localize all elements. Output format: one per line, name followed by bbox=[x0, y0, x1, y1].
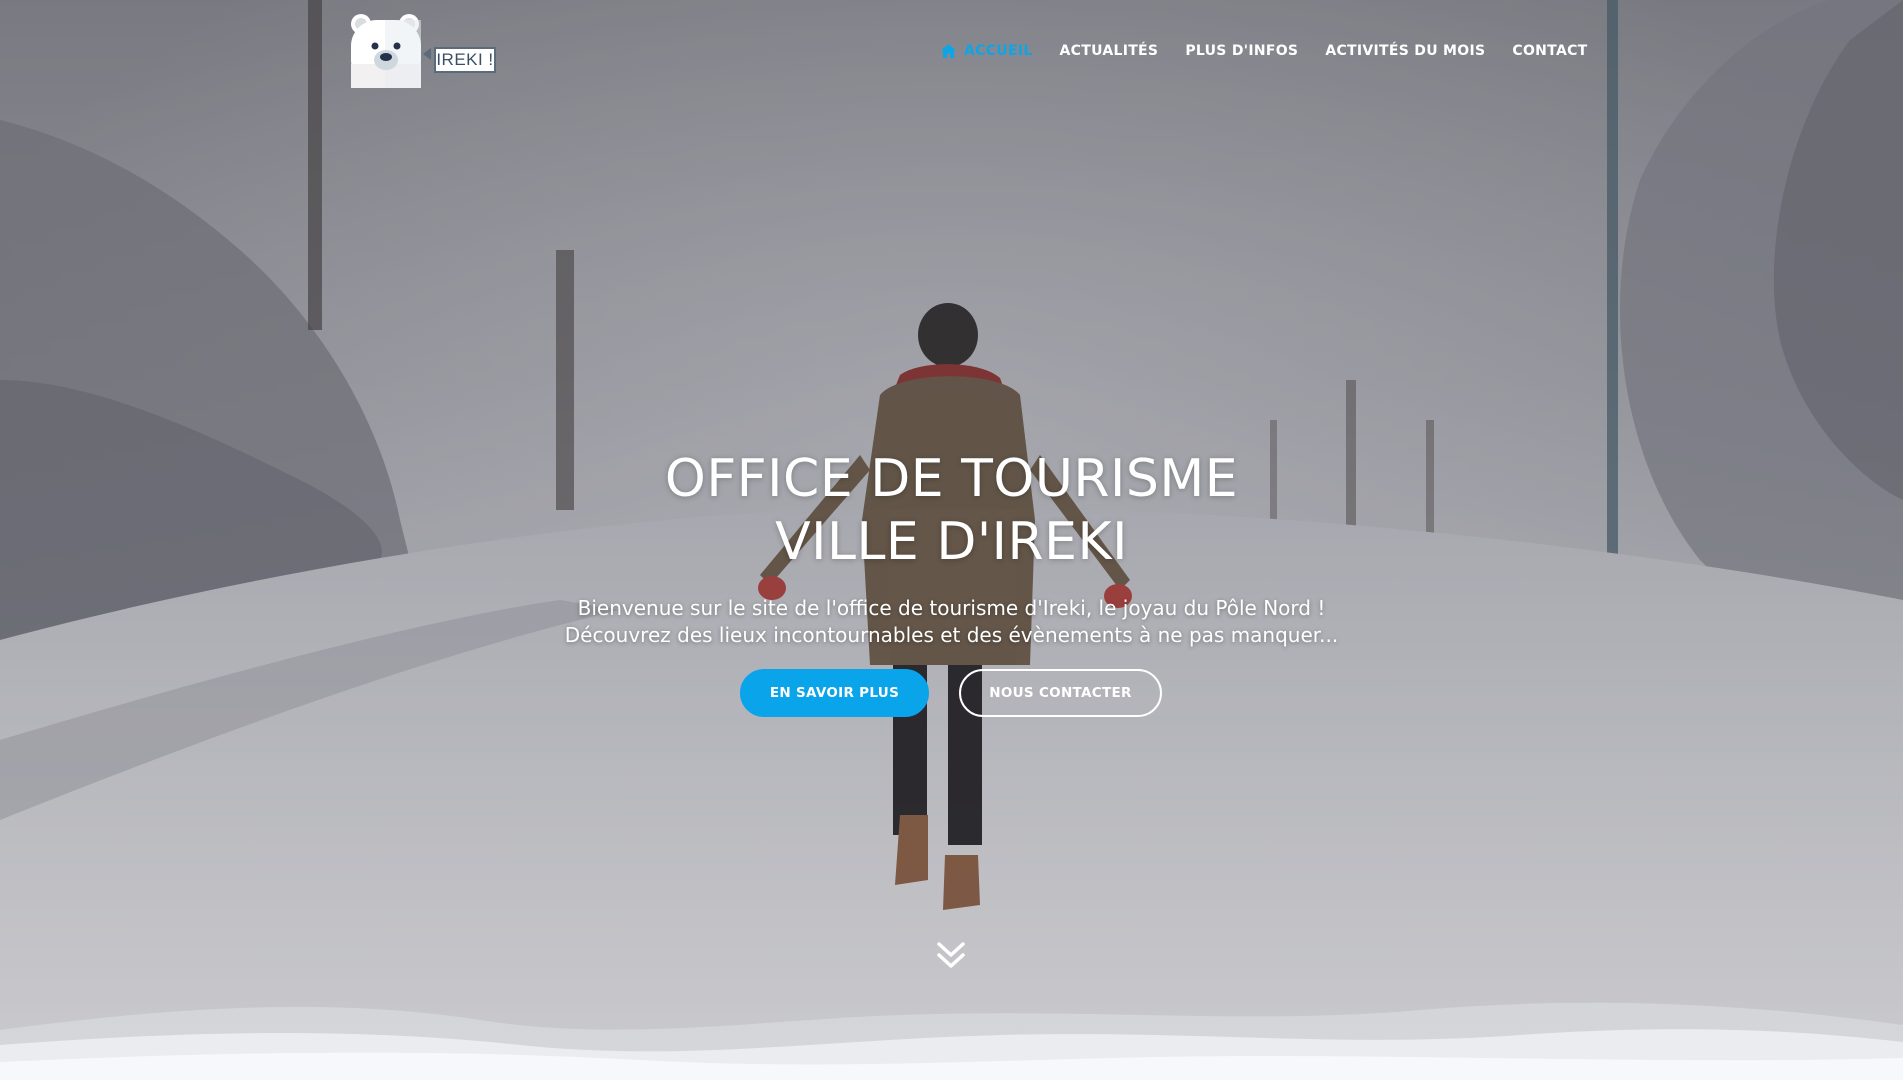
nav-item-label: ACCUEIL bbox=[964, 43, 1033, 59]
nous-contacter-button[interactable]: NOUS CONTACTER bbox=[959, 669, 1162, 717]
nav-item-label: CONTACT bbox=[1512, 43, 1588, 59]
hero-subtitle-line-1: Bienvenue sur le site de l'office de tou… bbox=[577, 596, 1326, 620]
nav-item-plus-infos[interactable]: PLUS D'INFOS bbox=[1185, 43, 1298, 59]
nav-item-label: PLUS D'INFOS bbox=[1185, 43, 1299, 59]
hero-title-line-2: VILLE D'IREKI bbox=[775, 512, 1128, 572]
hero-subtitle: Bienvenue sur le site de l'office de tou… bbox=[0, 595, 1903, 649]
double-chevron-down-icon[interactable] bbox=[936, 940, 966, 970]
nav-item-contact[interactable]: CONTACT bbox=[1512, 43, 1587, 59]
nav-item-actualites[interactable]: ACTUALITÉS bbox=[1060, 43, 1159, 59]
bottom-wave-divider bbox=[0, 1002, 1903, 1080]
en-savoir-plus-button[interactable]: EN SAVOIR PLUS bbox=[740, 669, 929, 717]
hero-title-line-1: OFFICE DE TOURISME bbox=[664, 449, 1239, 509]
nav-item-label: ACTUALITÉS bbox=[1059, 43, 1159, 59]
nav-item-label: ACTIVITÉS DU MOIS bbox=[1325, 43, 1486, 59]
hero-subtitle-line-2: Découvrez des lieux incontournables et d… bbox=[564, 623, 1339, 647]
home-icon bbox=[941, 44, 956, 58]
hero-buttons: EN SAVOIR PLUS NOUS CONTACTER bbox=[740, 669, 1162, 717]
hero-title: OFFICE DE TOURISME VILLE D'IREKI bbox=[0, 448, 1903, 574]
main-navigation: ACCUEIL ACTUALITÉS PLUS D'INFOS ACTIVITÉ… bbox=[940, 40, 1588, 62]
logo-text: IREKI ! bbox=[434, 47, 496, 73]
nav-item-activites-du-mois[interactable]: ACTIVITÉS DU MOIS bbox=[1325, 43, 1485, 59]
nav-item-accueil[interactable]: ACCUEIL bbox=[940, 43, 1033, 59]
hero-section: IREKI ! ACCUEIL ACTUALITÉS PLUS D'INFOS … bbox=[0, 0, 1903, 1080]
